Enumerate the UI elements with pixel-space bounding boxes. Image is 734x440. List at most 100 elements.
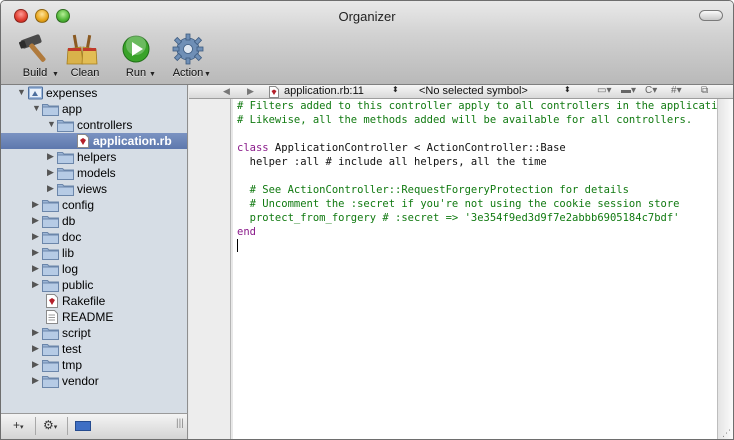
tree-item-label: controllers bbox=[77, 118, 133, 132]
action-menu-arrow-icon[interactable]: ▼ bbox=[204, 71, 211, 78]
split-resize-handle-icon[interactable]: ||| bbox=[176, 418, 184, 434]
gear-icon bbox=[172, 33, 204, 65]
resize-grip-icon[interactable]: ⋰ bbox=[722, 429, 731, 438]
tree-item-label: application.rb bbox=[93, 134, 172, 148]
code-editor[interactable]: # Filters added to this controller apply… bbox=[233, 99, 733, 439]
disclosure-collapsed-icon[interactable]: ▶ bbox=[32, 232, 41, 241]
tree-item-label: README bbox=[62, 310, 114, 324]
tree-item-label: config bbox=[62, 198, 95, 212]
code-line: # Uncomment the :secret if you're not us… bbox=[237, 198, 680, 210]
tree-item-label: test bbox=[62, 342, 82, 356]
code-line: # Likewise, all the methods added will b… bbox=[237, 114, 693, 126]
tree-item-label: Rakefile bbox=[62, 294, 106, 308]
tree-item-helpers[interactable]: ▶ helpers bbox=[1, 149, 187, 165]
folder-icon bbox=[42, 344, 59, 356]
toolbar-toggle-button[interactable] bbox=[699, 10, 723, 21]
divider bbox=[67, 417, 68, 435]
tree-item-rakefile[interactable]: Rakefile bbox=[1, 293, 187, 309]
disclosure-expanded-icon[interactable]: ▼ bbox=[47, 120, 56, 129]
folder-icon bbox=[57, 120, 74, 132]
disclosure-collapsed-icon[interactable]: ▶ bbox=[32, 344, 41, 353]
tree-item-models[interactable]: ▶ models bbox=[1, 165, 187, 181]
folder-icon bbox=[42, 232, 59, 244]
tree-item-views[interactable]: ▶ views bbox=[1, 181, 187, 197]
folder-icon bbox=[42, 200, 59, 212]
disclosure-collapsed-icon[interactable]: ▶ bbox=[32, 360, 41, 369]
tree-item-vendor[interactable]: ▶ vendor bbox=[1, 373, 187, 389]
class-keyword: class bbox=[237, 142, 269, 154]
run-menu-arrow-icon[interactable]: ▼ bbox=[149, 71, 156, 78]
organizer-window: Organizer Build ▼ Clean Run ▼ Action ▼ ▼… bbox=[0, 0, 734, 440]
tree-item-label: public bbox=[62, 278, 94, 292]
disclosure-expanded-icon[interactable]: ▼ bbox=[32, 104, 41, 113]
tree-item-label: helpers bbox=[77, 150, 117, 164]
file-popup-arrows-icon[interactable]: ⬍ bbox=[392, 85, 399, 94]
disclosure-collapsed-icon[interactable]: ▶ bbox=[32, 200, 41, 209]
folder-icon bbox=[42, 104, 59, 116]
disclosure-collapsed-icon[interactable]: ▶ bbox=[32, 280, 41, 289]
folder-icon bbox=[57, 184, 74, 196]
tree-item-log[interactable]: ▶ log bbox=[1, 261, 187, 277]
tree-item-label: models bbox=[77, 166, 116, 180]
symbol-popup-arrows-icon[interactable]: ⬍ bbox=[564, 85, 571, 94]
text-file-icon bbox=[46, 310, 58, 324]
tree-item-label: log bbox=[62, 262, 79, 276]
disclosure-collapsed-icon[interactable]: ▶ bbox=[32, 264, 41, 273]
tree-item-application-rb[interactable]: application.rb bbox=[1, 133, 187, 149]
gear-icon[interactable]: ⚙▾ bbox=[43, 418, 57, 434]
forward-arrow-icon[interactable]: ▶ bbox=[247, 86, 254, 97]
disclosure-expanded-icon[interactable]: ▼ bbox=[17, 88, 26, 97]
folder-icon bbox=[42, 360, 59, 372]
disclosure-collapsed-icon[interactable]: ▶ bbox=[32, 216, 41, 225]
run-button[interactable]: Run ▼ bbox=[107, 33, 165, 81]
divider bbox=[35, 417, 36, 435]
code-line: end bbox=[237, 226, 256, 238]
tree-item-controllers[interactable]: ▼ controllers bbox=[1, 117, 187, 133]
disclosure-collapsed-icon[interactable]: ▶ bbox=[32, 328, 41, 337]
tree-item-expenses[interactable]: ▼ expenses bbox=[1, 85, 187, 101]
disclosure-collapsed-icon[interactable]: ▶ bbox=[47, 184, 56, 193]
disclosure-collapsed-icon[interactable]: ▶ bbox=[47, 152, 56, 161]
back-arrow-icon[interactable]: ◀ bbox=[223, 86, 230, 97]
tree-item-db[interactable]: ▶ db bbox=[1, 213, 187, 229]
counterpart-button[interactable]: C▾ bbox=[645, 85, 657, 96]
tree-item-lib[interactable]: ▶ lib bbox=[1, 245, 187, 261]
folder-icon bbox=[57, 152, 74, 164]
class-declaration: ApplicationController < ActionController… bbox=[268, 142, 566, 154]
includes-button[interactable]: #▾ bbox=[671, 85, 682, 96]
tree-item-app[interactable]: ▼ app bbox=[1, 101, 187, 117]
bookmarks-icon[interactable]: ▭▾ bbox=[597, 85, 611, 96]
file-popup[interactable]: application.rb:11 bbox=[284, 85, 364, 97]
toolbar: Organizer Build ▼ Clean Run ▼ Action ▼ bbox=[1, 1, 733, 85]
add-item-button[interactable]: +▾ bbox=[13, 418, 24, 434]
disclosure-collapsed-icon[interactable]: ▶ bbox=[32, 248, 41, 257]
code-line: helper :all # include all helpers, all t… bbox=[237, 156, 547, 168]
code-line: # Filters added to this controller apply… bbox=[237, 100, 734, 112]
split-editor-icon[interactable]: ⧉ bbox=[701, 85, 708, 96]
run-label: Run bbox=[125, 67, 147, 79]
breakpoints-icon[interactable]: ▬▾ bbox=[621, 85, 636, 96]
tree-item-label: views bbox=[77, 182, 108, 196]
tree-item-tmp[interactable]: ▶ tmp bbox=[1, 357, 187, 373]
disclosure-collapsed-icon[interactable]: ▶ bbox=[47, 168, 56, 177]
ruby-file-icon bbox=[269, 86, 279, 98]
sidebar-footer: +▾ ⚙▾ ||| bbox=[1, 413, 188, 439]
vertical-scrollbar[interactable]: ⋰ bbox=[717, 99, 733, 439]
tree-item-config[interactable]: ▶ config bbox=[1, 197, 187, 213]
action-button[interactable]: Action ▼ bbox=[159, 33, 217, 81]
tree-item-doc[interactable]: ▶ doc bbox=[1, 229, 187, 245]
tree-item-script[interactable]: ▶ script bbox=[1, 325, 187, 341]
tree-item-public[interactable]: ▶ public bbox=[1, 277, 187, 293]
folder-icon bbox=[42, 328, 59, 340]
tree-item-readme[interactable]: README bbox=[1, 309, 187, 325]
tree-item-test[interactable]: ▶ test bbox=[1, 341, 187, 357]
editor-navigation-bar: ◀ ▶ application.rb:11 ⬍ <No selected sym… bbox=[189, 85, 733, 99]
detail-view-toggle-icon[interactable] bbox=[75, 421, 91, 431]
tree-item-label: app bbox=[62, 102, 83, 116]
folder-icon bbox=[42, 264, 59, 276]
code-line: class ApplicationController < ActionCont… bbox=[237, 141, 566, 155]
disclosure-collapsed-icon[interactable]: ▶ bbox=[32, 376, 41, 385]
symbol-popup[interactable]: <No selected symbol> bbox=[419, 85, 528, 97]
clean-button[interactable]: Clean bbox=[56, 33, 114, 81]
folder-icon bbox=[42, 376, 59, 388]
